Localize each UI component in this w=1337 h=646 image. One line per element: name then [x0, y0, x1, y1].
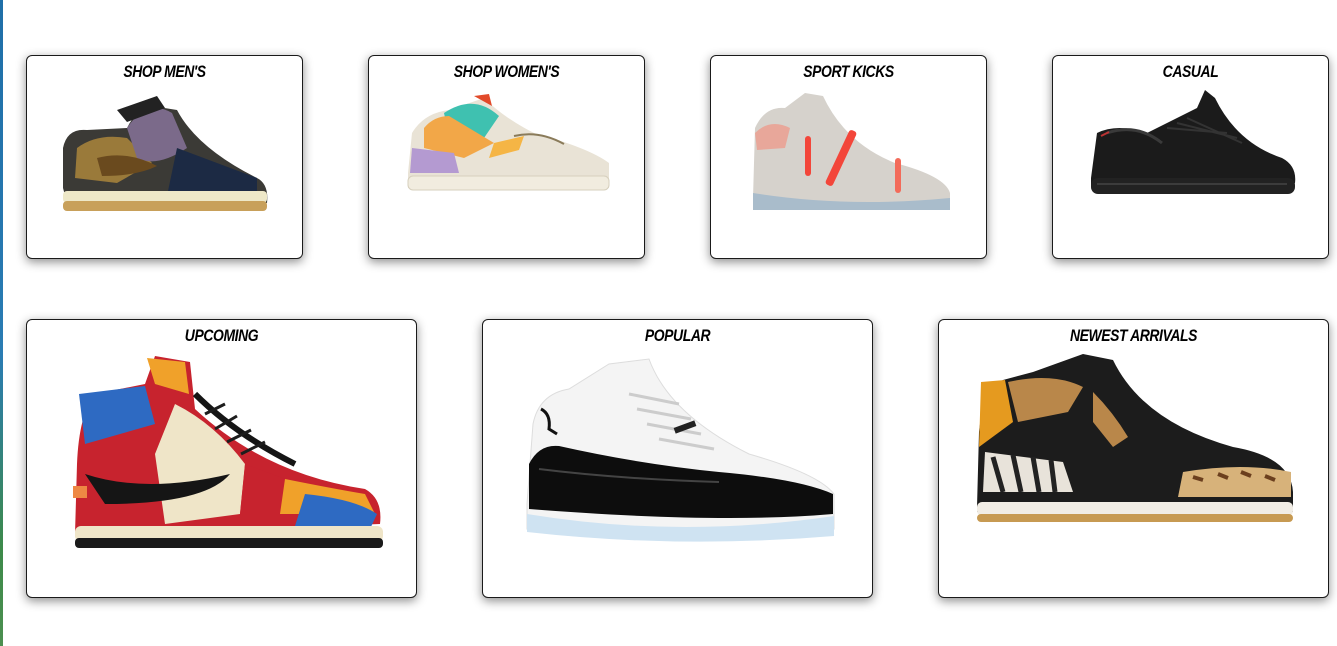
window-left-edge [0, 0, 3, 646]
sneaker-patent-white-black-icon [519, 354, 839, 546]
category-title: UPCOMING [184, 326, 259, 345]
category-title: POPULAR [644, 326, 711, 345]
category-card-upcoming[interactable]: UPCOMING [26, 319, 417, 598]
category-title: CASUAL [1162, 62, 1219, 81]
sneaker-low-brown-icon [57, 88, 272, 223]
category-title: NEWEST ARRIVALS [1069, 326, 1198, 345]
category-card-newest-arrivals[interactable]: NEWEST ARRIVALS [938, 319, 1329, 598]
sneaker-grey-sport-icon [745, 88, 955, 213]
category-title: SHOP WOMEN'S [453, 62, 560, 81]
sneaker-pastel-icon [404, 88, 614, 203]
sneaker-high-multicolor-icon [65, 354, 385, 554]
sneaker-animal-print-icon [973, 352, 1295, 532]
category-card-shop-mens[interactable]: SHOP MEN'S [26, 55, 303, 259]
category-title: SHOP MEN'S [123, 62, 206, 81]
category-title: SPORT KICKS [803, 62, 894, 81]
category-card-popular[interactable]: POPULAR [482, 319, 873, 598]
category-card-shop-womens[interactable]: SHOP WOMEN'S [368, 55, 645, 259]
sneaker-black-knit-icon [1087, 88, 1297, 198]
category-card-casual[interactable]: CASUAL [1052, 55, 1329, 259]
category-card-sport-kicks[interactable]: SPORT KICKS [710, 55, 987, 259]
